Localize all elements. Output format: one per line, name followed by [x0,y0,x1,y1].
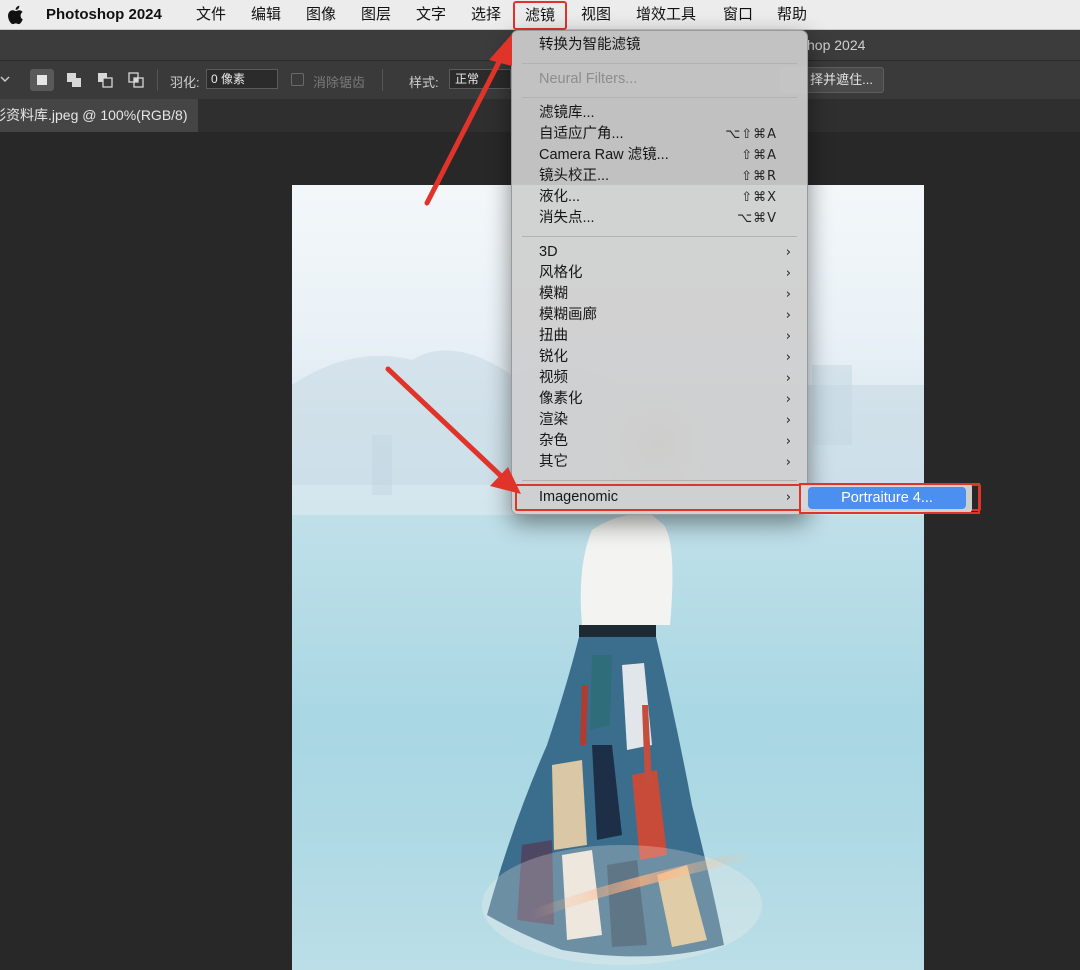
chevron-right-icon: › [785,308,791,323]
menu-item-adaptive-wide-angle[interactable]: 自适应广角... [539,124,624,145]
menu-layer[interactable]: 图层 [361,0,391,29]
divider [157,69,158,91]
menu-filter[interactable]: 滤镜 [513,1,568,30]
menu-select[interactable]: 选择 [471,0,501,29]
chevron-right-icon: › [785,434,791,449]
menu-item-video[interactable]: 视频 [539,368,568,389]
antialias-checkbox[interactable] [291,73,304,86]
shortcut-adaptive-wide-angle: ⌥⇧⌘A [725,127,777,142]
menu-separator [522,63,797,64]
menu-item-vanishing-point[interactable]: 消失点... [539,208,595,229]
menu-item-filter-gallery[interactable]: 滤镜库... [539,103,595,124]
menu-edit[interactable]: 编辑 [251,0,281,29]
menu-separator [522,480,797,481]
intersect-selection-icon [128,72,144,88]
menu-item-camera-raw-filter[interactable]: Camera Raw 滤镜... [539,145,669,166]
feather-label: 羽化: [170,75,200,90]
menu-item-blur[interactable]: 模糊 [539,284,568,305]
menu-item-noise[interactable]: 杂色 [539,431,568,452]
menu-item-neural-filters: Neural Filters... [539,71,638,87]
chevron-right-icon: › [785,245,791,260]
menu-item-3d[interactable]: 3D [539,242,558,263]
window-title: hop 2024 [807,37,866,53]
intersect-selection-button[interactable] [124,69,148,91]
menu-item-lens-correction[interactable]: 镜头校正... [539,166,609,187]
antialias-label: 消除锯齿 [313,75,366,90]
menu-image[interactable]: 图像 [306,0,336,29]
menu-view[interactable]: 视图 [581,0,611,29]
menu-item-other[interactable]: 其它 [539,452,568,473]
subtract-selection-icon [98,73,113,88]
chevron-right-icon: › [785,329,791,344]
blouse [580,514,673,625]
building [372,435,392,495]
divider [382,69,383,91]
waistband [579,625,656,639]
chevron-right-icon: › [785,413,791,428]
apple-icon[interactable] [6,5,24,25]
menu-type[interactable]: 文字 [416,0,446,29]
feather-input[interactable]: 0 像素 [206,69,278,89]
menu-item-liquify[interactable]: 液化... [539,187,580,208]
chevron-right-icon: › [785,371,791,386]
add-selection-button[interactable] [62,69,86,91]
new-selection-icon [37,75,47,85]
chevron-right-icon: › [785,287,791,302]
menu-help[interactable]: 帮助 [777,0,807,29]
menu-item-pixelate[interactable]: 像素化 [539,389,583,410]
chevron-right-icon: › [785,392,791,407]
add-selection-icon [67,73,81,87]
menu-separator [522,236,797,237]
shortcut-liquify: ⇧⌘X [741,190,777,205]
chevron-right-icon: › [785,266,791,281]
menu-bar: Photoshop 2024 文件 编辑 图像 图层 文字 选择 滤镜 视图 增… [0,0,1080,30]
chevron-right-icon: › [785,350,791,365]
menu-window[interactable]: 窗口 [723,0,753,29]
chevron-down-icon[interactable] [0,74,10,84]
shortcut-camera-raw-filter: ⇧⌘A [741,148,777,163]
subtract-selection-button[interactable] [93,69,117,91]
app-name-menu[interactable]: Photoshop 2024 [46,0,162,29]
menu-item-blur-gallery[interactable]: 模糊画廊 [539,305,597,326]
chevron-right-icon: › [785,455,791,470]
new-selection-button[interactable] [30,69,54,91]
imagenomic-submenu: Portraiture 4... [800,483,972,513]
menu-item-convert-smart-filter[interactable]: 转换为智能滤镜 [539,35,641,56]
menu-plugins[interactable]: 增效工具 [636,0,696,29]
menu-separator [522,97,797,98]
filter-dropdown-menu: 转换为智能滤镜 Neural Filters... 滤镜库... 自适应广角..… [511,30,981,515]
style-label: 样式: [409,75,439,90]
document-tab[interactable]: 彩资料库.jpeg @ 100%(RGB/8) [0,99,198,132]
menu-file[interactable]: 文件 [196,0,226,29]
shortcut-vanishing-point: ⌥⌘V [737,211,777,226]
shortcut-lens-correction: ⇧⌘R [741,169,777,184]
menu-item-portraiture[interactable]: Portraiture 4... [808,487,966,509]
menu-item-render[interactable]: 渲染 [539,410,568,431]
style-select[interactable]: 正常 [449,69,511,89]
menu-item-sharpen[interactable]: 锐化 [539,347,568,368]
building [812,365,852,445]
menu-item-distort[interactable]: 扭曲 [539,326,568,347]
menu-item-stylize[interactable]: 风格化 [539,263,583,284]
